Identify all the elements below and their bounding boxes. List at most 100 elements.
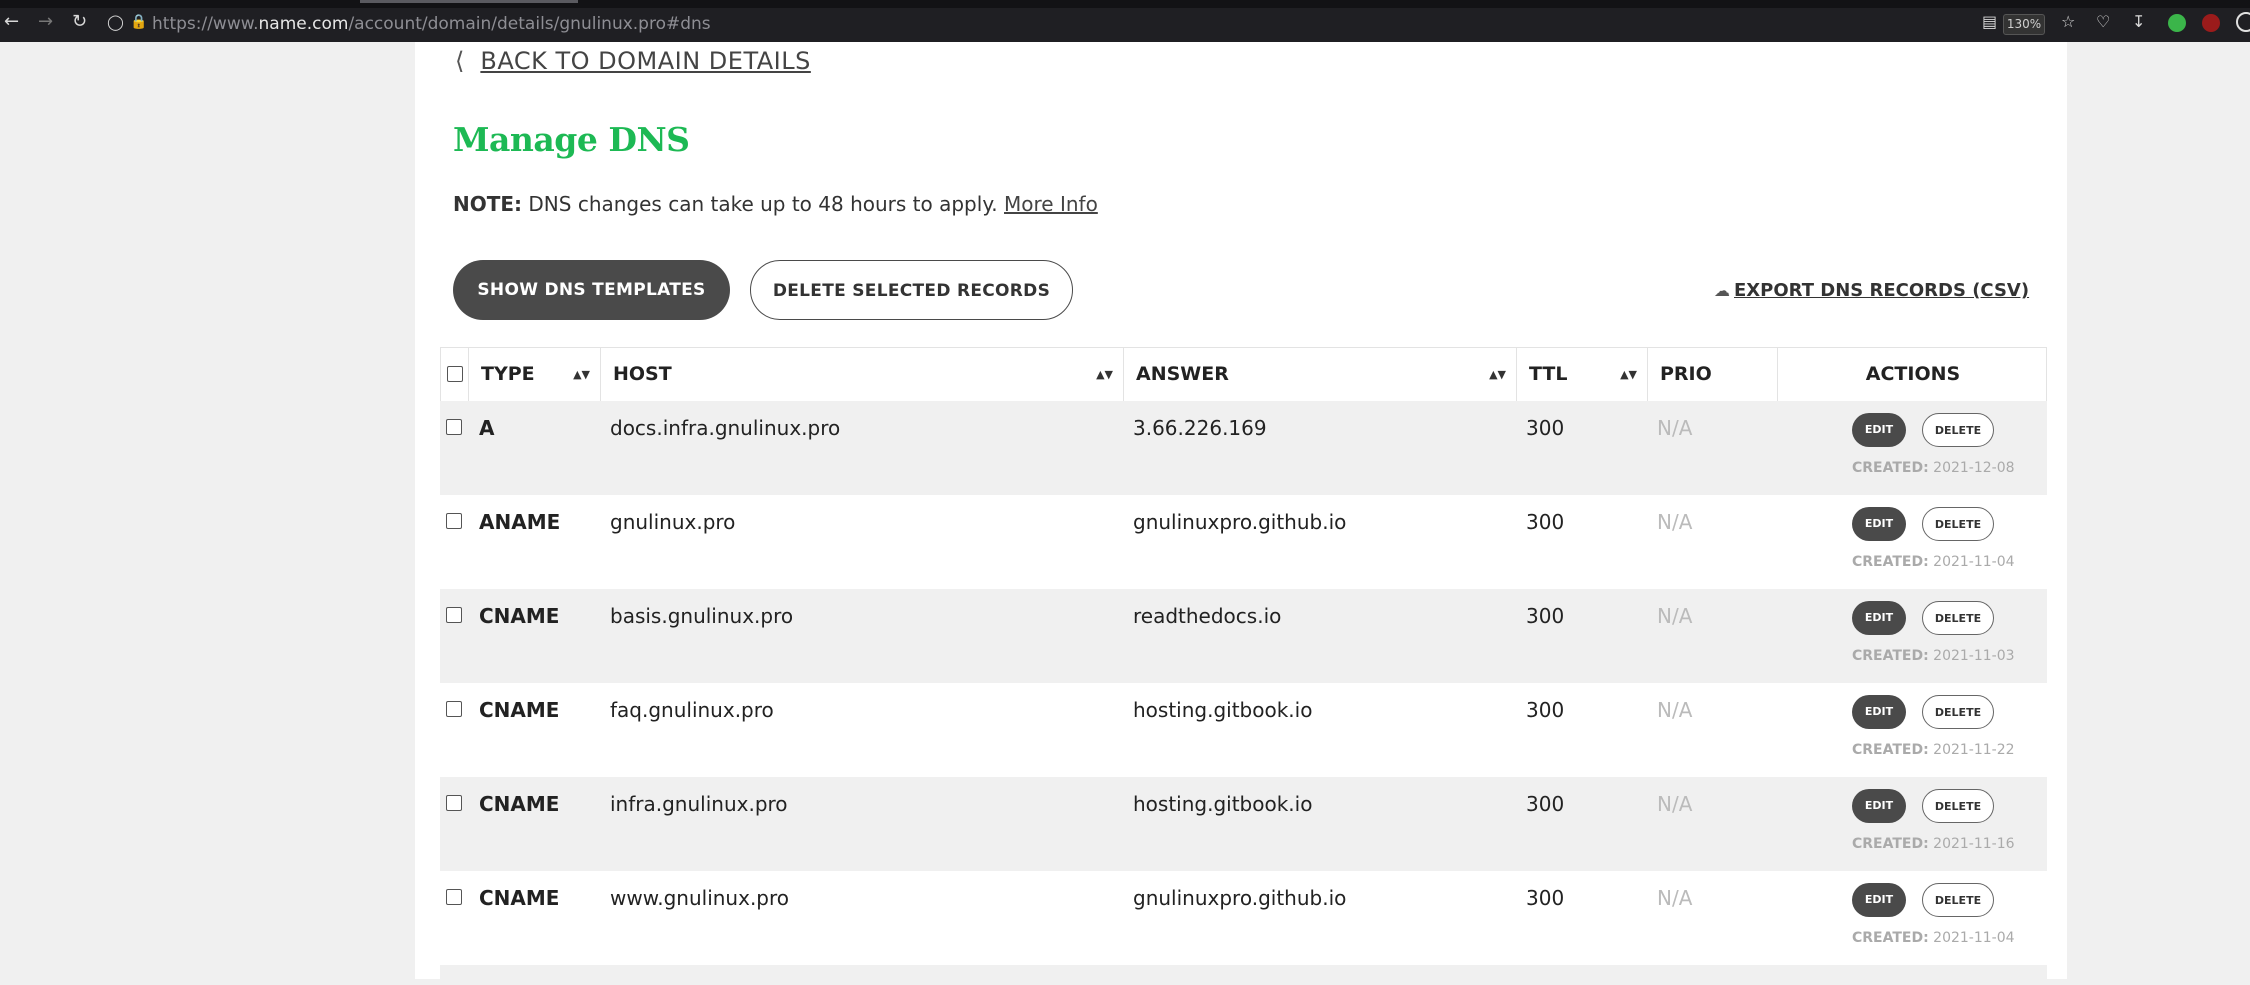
delete-selected-records-button[interactable]: DELETE SELECTED RECORDS [750,260,1073,320]
table-body: Adocs.infra.gnulinux.pro 3.66.226.169 300 N… [440,401,2047,985]
record-ttl: 300 [1526,792,1565,816]
pocket-icon[interactable]: ♡ [2096,13,2110,31]
reload-icon[interactable]: ↻ [72,13,87,31]
record-prio: N/A [1657,416,1693,440]
zoom-level[interactable]: 130% [2003,14,2045,35]
delete-button[interactable]: DELETE [1922,601,1994,635]
column-header-ttl[interactable]: TTL ▲▼ [1517,348,1648,401]
record-host: gnulinux.pro [610,510,736,534]
extension-green-icon[interactable] [2168,14,2186,32]
cloud-download-icon: ☁ [1714,281,1730,300]
table-row: CNAME faq.gnulinux.pro hosting.gitbook.io 3… [440,683,2047,777]
record-host: www.gnulinux.pro [610,886,790,910]
edit-button[interactable]: EDIT [1852,413,1906,447]
column-header-prio: PRIO [1648,348,1778,401]
dns-note: NOTE: DNS changes can take up to 48 hour… [453,192,1098,216]
address-bar[interactable]: https://www.name.com/account/domain/deta… [152,13,711,35]
created-date: CREATED: 2021-11-03 [1852,648,2015,664]
note-label: NOTE: [453,192,523,216]
delete-button[interactable]: DELETE [1922,883,1994,917]
sort-icon[interactable]: ▲▼ [1620,348,1637,401]
created-date: CREATED: 2021-12-08 [1852,460,2015,476]
select-all-cell [441,348,469,401]
more-info-link[interactable]: More Info [1004,192,1098,216]
reader-view-icon[interactable]: ▤ [1982,13,1997,31]
created-date: CREATED: 2021-11-04 [1852,930,2015,946]
record-host: infra.gnulinux.pro [610,792,788,816]
delete-button[interactable]: DELETE [1922,789,1994,823]
record-prio: N/A [1657,698,1693,722]
record-host: basis.gnulinux.pro [610,604,794,628]
record-type: CNAME [479,604,560,628]
chevron-left-icon: ⟨ [455,47,465,75]
delete-button[interactable]: DELETE [1922,695,1994,729]
shield-icon[interactable]: ◯ [107,13,124,31]
row-checkbox[interactable] [446,419,462,435]
column-header-actions: ACTIONS [1865,363,1961,385]
column-header-host[interactable]: HOST ▲▼ [601,348,1124,401]
record-ttl: 300 [1526,510,1565,534]
record-answer: readthedocs.io [1133,604,1282,628]
record-prio: N/A [1657,510,1693,534]
download-icon[interactable]: ↧ [2132,13,2145,31]
edit-button[interactable]: EDIT [1852,789,1906,823]
record-answer: hosting.gitbook.io [1133,698,1313,722]
table-row: ANAME gnulinux.pro gnulinuxpro.github.io 30… [440,495,2047,589]
edit-button[interactable]: EDIT [1852,883,1906,917]
note-text: DNS changes can take up to 48 hours to a… [528,192,998,216]
back-arrow-icon[interactable]: ← [4,13,19,31]
dns-panel: ⟨ BACK TO DOMAIN DETAILS Manage DNS NOTE:… [415,42,2067,985]
lock-icon[interactable]: 🔒 [130,13,147,31]
record-type: ANAME [479,510,561,534]
tab-strip [0,0,2250,8]
record-prio: N/A [1657,886,1693,910]
browser-toolbar: ← → ↻ ◯ 🔒 https://www.name.com/account/d… [0,0,2250,42]
created-date: CREATED: 2021-11-22 [1852,742,2015,758]
column-header-answer[interactable]: ANSWER ▲▼ [1124,348,1517,401]
edit-button[interactable]: EDIT [1852,695,1906,729]
sort-icon[interactable]: ▲▼ [573,348,590,401]
record-answer: gnulinuxpro.github.io [1133,510,1347,534]
record-answer: gnulinuxpro.github.io [1133,886,1347,910]
row-checkbox[interactable] [446,889,462,905]
table-row-partial [440,965,2047,985]
row-checkbox[interactable] [446,795,462,811]
edit-button[interactable]: EDIT [1852,601,1906,635]
record-ttl: 300 [1526,416,1565,440]
table-header: TYPE ▲▼ HOST ▲▼ ANSWER ▲▼ TTL ▲▼ PRIO ACTION… [440,347,2047,401]
bookmark-star-icon[interactable]: ☆ [2061,13,2075,31]
record-prio: N/A [1657,792,1693,816]
delete-button[interactable]: DELETE [1922,507,1994,541]
select-all-checkbox[interactable] [447,366,463,382]
table-row: Adocs.infra.gnulinux.pro 3.66.226.169 300 N… [440,401,2047,495]
created-date: CREATED: 2021-11-04 [1852,554,2015,570]
extension-s-icon[interactable] [2236,12,2250,32]
record-answer: hosting.gitbook.io [1133,792,1313,816]
created-date: CREATED: 2021-11-16 [1852,836,2015,852]
record-type: CNAME [479,886,560,910]
record-ttl: 300 [1526,886,1565,910]
row-checkbox[interactable] [446,607,462,623]
show-dns-templates-button[interactable]: SHOW DNS TEMPLATES [453,260,730,320]
record-type: A [479,416,495,440]
record-prio: N/A [1657,604,1693,628]
row-checkbox[interactable] [446,701,462,717]
record-ttl: 300 [1526,604,1565,628]
sort-icon[interactable]: ▲▼ [1096,348,1113,401]
forward-arrow-icon[interactable]: → [38,13,53,31]
sort-icon[interactable]: ▲▼ [1489,348,1506,401]
table-row: CNAME infra.gnulinux.pro hosting.gitbook.i… [440,777,2047,871]
edit-button[interactable]: EDIT [1852,507,1906,541]
table-row: CNAME www.gnulinux.pro gnulinuxpro.github.… [440,871,2047,965]
row-checkbox[interactable] [446,513,462,529]
page-title: Manage DNS [453,120,690,159]
active-tab-indicator[interactable] [360,0,578,3]
record-host: faq.gnulinux.pro [610,698,774,722]
record-host: docs.infra.gnulinux.pro [610,416,841,440]
delete-button[interactable]: DELETE [1922,413,1994,447]
export-dns-records-link[interactable]: ☁ EXPORT DNS RECORDS (CSV) [1714,280,2029,301]
record-type: CNAME [479,792,560,816]
back-to-domain-link[interactable]: ⟨ BACK TO DOMAIN DETAILS [455,44,811,78]
ublock-icon[interactable] [2202,14,2220,32]
column-header-type[interactable]: TYPE ▲▼ [469,348,601,401]
